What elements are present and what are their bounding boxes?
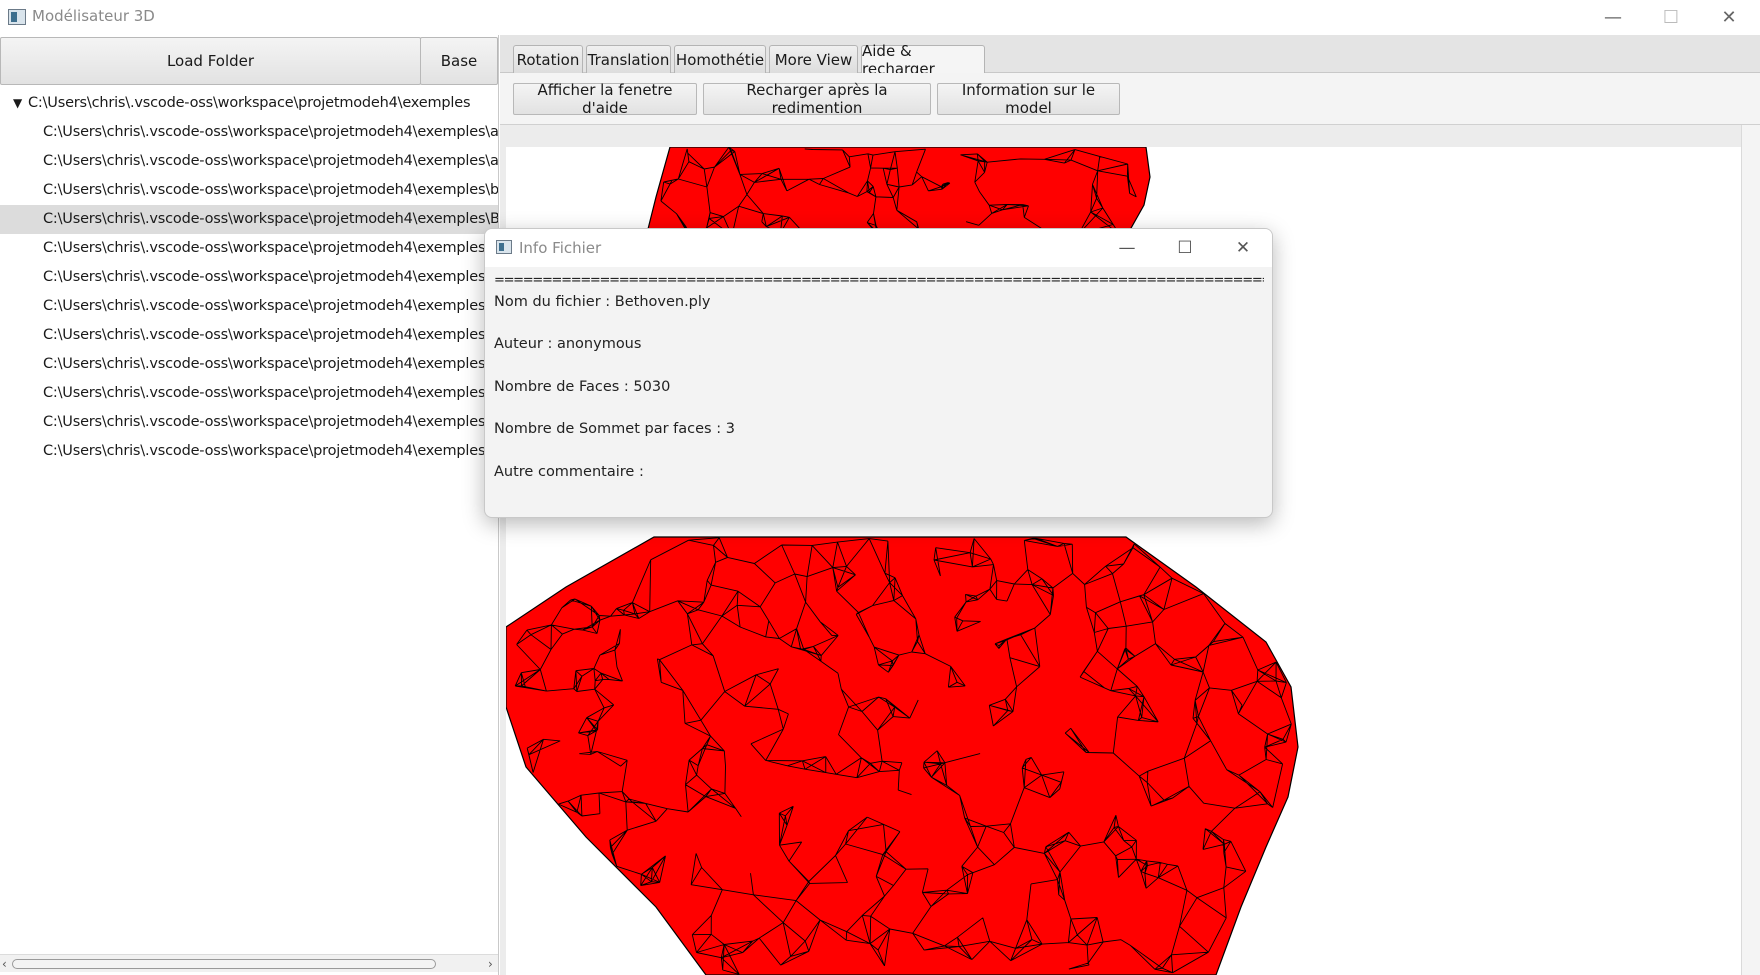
tree-item-label: C:\Users\chris\.vscode-oss\workspace\pro… xyxy=(43,240,498,256)
tree-item-label: C:\Users\chris\.vscode-oss\workspace\pro… xyxy=(43,269,498,285)
tree-item-label: C:\Users\chris\.vscode-oss\workspace\pro… xyxy=(43,443,498,459)
tree-item[interactable]: C:\Users\chris\.vscode-oss\workspace\pro… xyxy=(0,234,498,263)
separator-line: ========================================… xyxy=(494,273,1264,288)
dialog-title: Info Fichier xyxy=(519,239,602,257)
tree-item[interactable]: C:\Users\chris\.vscode-oss\workspace\pro… xyxy=(0,205,498,234)
author-line: Auteur : anonymous xyxy=(494,336,642,352)
tree-root[interactable]: ▼ C:\Users\chris\.vscode-oss\workspace\p… xyxy=(0,89,498,118)
tree-item[interactable]: C:\Users\chris\.vscode-oss\workspace\pro… xyxy=(0,292,498,321)
face-count-line: Nombre de Faces : 5030 xyxy=(494,379,671,395)
file-browser-panel: Load Folder Base ▼ C:\Users\chris\.vscod… xyxy=(0,35,499,975)
tree-item-label: C:\Users\chris\.vscode-oss\workspace\pro… xyxy=(43,124,498,140)
tab-homothetie[interactable]: Homothétie xyxy=(674,45,766,73)
tree-item[interactable]: C:\Users\chris\.vscode-oss\workspace\pro… xyxy=(0,408,498,437)
close-icon[interactable]: ✕ xyxy=(1700,0,1758,35)
info-file-dialog: Info Fichier — ☐ ✕ =====================… xyxy=(484,228,1273,518)
show-help-button[interactable]: Afficher la fenetre d'aide xyxy=(513,81,697,117)
scroll-left-icon[interactable]: ‹ xyxy=(2,955,7,973)
tree-root-label: C:\Users\chris\.vscode-oss\workspace\pro… xyxy=(28,95,471,111)
vertices-per-face-line: Nombre de Sommet par faces : 3 xyxy=(494,421,735,437)
dialog-close-icon[interactable]: ✕ xyxy=(1214,229,1272,267)
file-tree: ▼ C:\Users\chris\.vscode-oss\workspace\p… xyxy=(0,87,498,949)
model-torso xyxy=(506,536,1299,975)
tab-more-view[interactable]: More View xyxy=(769,45,858,73)
tree-item-label: C:\Users\chris\.vscode-oss\workspace\pro… xyxy=(43,298,498,314)
maximize-icon[interactable]: ☐ xyxy=(1642,0,1700,35)
tab-translation[interactable]: Translation xyxy=(586,45,671,73)
base-button[interactable]: Base xyxy=(420,37,498,85)
dialog-minimize-icon[interactable]: — xyxy=(1098,229,1156,267)
tree-item[interactable]: C:\Users\chris\.vscode-oss\workspace\pro… xyxy=(0,379,498,408)
tab-aide-recharger[interactable]: Aide & recharger xyxy=(861,42,985,78)
tab-rotation[interactable]: Rotation xyxy=(513,45,583,73)
tree-item[interactable]: C:\Users\chris\.vscode-oss\workspace\pro… xyxy=(0,321,498,350)
tree-item[interactable]: C:\Users\chris\.vscode-oss\workspace\pro… xyxy=(0,437,498,466)
file-name-line: Nom du fichier : Bethoven.ply xyxy=(494,294,711,310)
tree-item-label: C:\Users\chris\.vscode-oss\workspace\pro… xyxy=(43,153,498,169)
comment-line: Autre commentaire : xyxy=(494,464,644,480)
minimize-icon[interactable]: — xyxy=(1584,0,1642,35)
tree-item-label: C:\Users\chris\.vscode-oss\workspace\pro… xyxy=(43,385,498,401)
window-title: Modélisateur 3D xyxy=(32,7,155,25)
window-title-bar: Modélisateur 3D — ☐ ✕ xyxy=(0,0,1760,35)
scroll-right-icon[interactable]: › xyxy=(488,955,493,973)
tree-item[interactable]: C:\Users\chris\.vscode-oss\workspace\pro… xyxy=(0,263,498,292)
scrollbar-thumb[interactable] xyxy=(12,959,436,969)
tree-item-label: C:\Users\chris\.vscode-oss\workspace\pro… xyxy=(43,211,498,227)
reload-button[interactable]: Recharger après la redimention xyxy=(703,81,931,117)
toolbar: Afficher la fenetre d'aide Recharger apr… xyxy=(500,73,1760,125)
tree-item[interactable]: C:\Users\chris\.vscode-oss\workspace\pro… xyxy=(0,147,498,176)
expand-arrow-icon[interactable]: ▼ xyxy=(13,89,22,118)
horizontal-scrollbar[interactable]: ‹ › xyxy=(0,954,498,972)
model-info-button[interactable]: Information sur le model xyxy=(937,81,1120,117)
vertical-scroll-edge xyxy=(1741,125,1760,975)
tree-item-label: C:\Users\chris\.vscode-oss\workspace\pro… xyxy=(43,356,498,372)
tree-item[interactable]: C:\Users\chris\.vscode-oss\workspace\pro… xyxy=(0,118,498,147)
tree-item-label: C:\Users\chris\.vscode-oss\workspace\pro… xyxy=(43,414,498,430)
tree-item[interactable]: C:\Users\chris\.vscode-oss\workspace\pro… xyxy=(0,176,498,205)
app-icon xyxy=(8,9,26,25)
tree-item-label: C:\Users\chris\.vscode-oss\workspace\pro… xyxy=(43,327,498,343)
load-folder-button[interactable]: Load Folder xyxy=(0,37,421,85)
dialog-maximize-icon[interactable]: ☐ xyxy=(1156,229,1214,267)
dialog-title-bar: Info Fichier — ☐ ✕ xyxy=(485,229,1272,267)
dialog-app-icon xyxy=(496,240,512,254)
tab-bar: Rotation Translation Homothétie More Vie… xyxy=(500,35,1760,78)
tree-item[interactable]: C:\Users\chris\.vscode-oss\workspace\pro… xyxy=(0,350,498,379)
tree-item-label: C:\Users\chris\.vscode-oss\workspace\pro… xyxy=(43,182,498,198)
